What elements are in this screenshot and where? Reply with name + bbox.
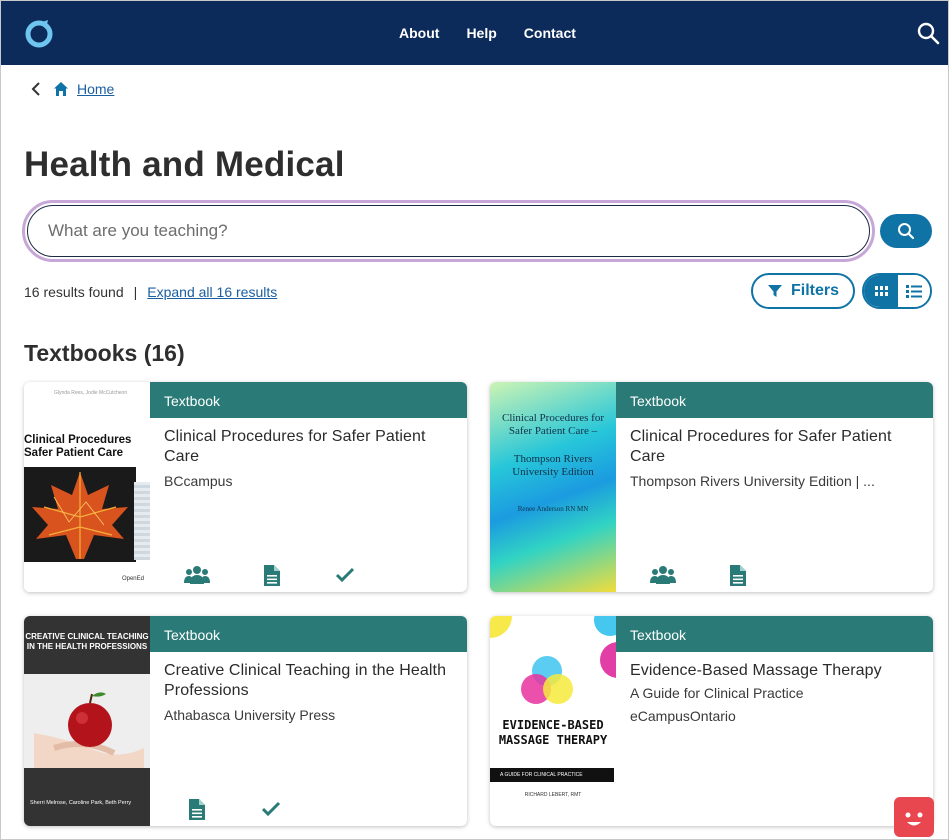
document-icon [730,565,746,586]
apple-hand-image [34,692,144,768]
cover-author: Renee Anderson RN MN [517,505,589,513]
section-title: Textbooks (16) [24,340,185,366]
book-cover: CREATIVE CLINICAL TEACHING IN THE HEALTH… [24,616,150,826]
cover-subtitle: A GUIDE FOR CLINICAL PRACTICE [490,768,614,782]
card-title[interactable]: Evidence-Based Massage Therapy [630,661,920,681]
check-icon [261,801,281,817]
card-publisher: eCampusOntario [630,708,736,724]
search-icon [898,223,915,240]
cover-title: Clinical Procedures for Safer Patient Ca… [501,412,605,437]
card-publisher: BCcampus [164,473,233,489]
book-cover: EVIDENCE-BASED MASSAGE THERAPY A GUIDE F… [490,616,616,826]
document-icon [264,565,280,586]
document-icon [189,799,205,820]
cover-authors: Sherri Melrose, Caroline Park, Beth Perr… [24,768,150,826]
filters-label: Filters [790,282,839,299]
cover-footer: OpenEd [24,570,150,592]
card-publisher: Athabasca University Press [164,707,336,723]
cover-author: Glynda Rees, Jodie McCutcheon [54,390,128,396]
book-cover: Glynda Rees, Jodie McCutcheon Clinical P… [24,382,150,592]
card-title[interactable]: Creative Clinical Teaching in the Health… [164,661,454,701]
cover-title: CREATIVE CLINICAL TEACHING IN THE HEALTH… [25,632,149,651]
check-icon [335,567,355,583]
nav-help-link[interactable]: Help [466,25,496,41]
card-title[interactable]: Clinical Procedures for Safer Patient Ca… [164,427,454,467]
cover-publisher: OpenEd [121,576,144,582]
content-type-tag: Textbook [150,382,467,418]
card-publisher: Thompson Rivers University Edition | ... [630,473,875,489]
robot-face-icon [896,799,932,826]
cover-author: RICHARD LEBERT, RMT [524,792,582,798]
search-field-border [27,205,870,257]
grid-view-button[interactable] [864,275,898,307]
cover-title: EVIDENCE-BASED MASSAGE THERAPY [498,718,608,747]
results-summary: 16 results found | Expand all 16 results [24,284,277,300]
card-subtitle: A Guide for Clinical Practice [630,685,804,701]
home-icon [54,82,68,96]
search-button[interactable] [880,214,932,248]
nav-about-link[interactable]: About [399,25,439,41]
top-nav-bar: About Help Contact [1,1,948,65]
main-nav: About Help Contact [399,1,576,65]
resource-card[interactable]: Glynda Rees, Jodie McCutcheon Clinical P… [24,382,467,592]
chevron-left-icon[interactable] [31,82,41,96]
cover-circles-art [490,616,616,704]
chat-bot-button[interactable] [894,797,934,837]
logo-icon[interactable] [21,15,57,51]
divider: | [133,284,138,300]
content-type-tag: Textbook [150,616,467,652]
list-view-button[interactable] [898,275,930,307]
search-input[interactable] [48,206,828,256]
users-icon [650,566,676,584]
filter-icon [767,285,782,297]
view-toggle [862,273,932,309]
resource-card[interactable]: EVIDENCE-BASED MASSAGE THERAPY A GUIDE F… [490,616,933,826]
resource-card[interactable]: Clinical Procedures for Safer Patient Ca… [490,382,933,592]
maple-leaf-image [24,467,136,562]
page-title: Health and Medical [24,145,345,184]
resource-card[interactable]: CREATIVE CLINICAL TEACHING IN THE HEALTH… [24,616,467,826]
cover-title: Clinical Procedures Safer Patient Care [24,434,132,459]
list-icon [906,284,922,298]
expand-results-link[interactable]: Expand all 16 results [147,284,277,300]
breadcrumb-home-link[interactable]: Home [77,81,114,97]
content-type-tag: Textbook [616,616,933,652]
book-cover: Clinical Procedures for Safer Patient Ca… [490,382,616,592]
nav-contact-link[interactable]: Contact [524,25,576,41]
breadcrumb: Home [31,81,114,97]
users-icon [184,566,210,584]
search-icon[interactable] [916,21,940,45]
cover-edition: Thompson Rivers University Edition [512,453,594,478]
results-count: 16 results found [24,284,124,300]
cover-strip [134,482,150,560]
content-type-tag: Textbook [616,382,933,418]
filters-button[interactable]: Filters [751,273,855,309]
search-field-wrapper [22,200,875,262]
card-title[interactable]: Clinical Procedures for Safer Patient Ca… [630,427,920,467]
grid-icon [874,285,888,296]
